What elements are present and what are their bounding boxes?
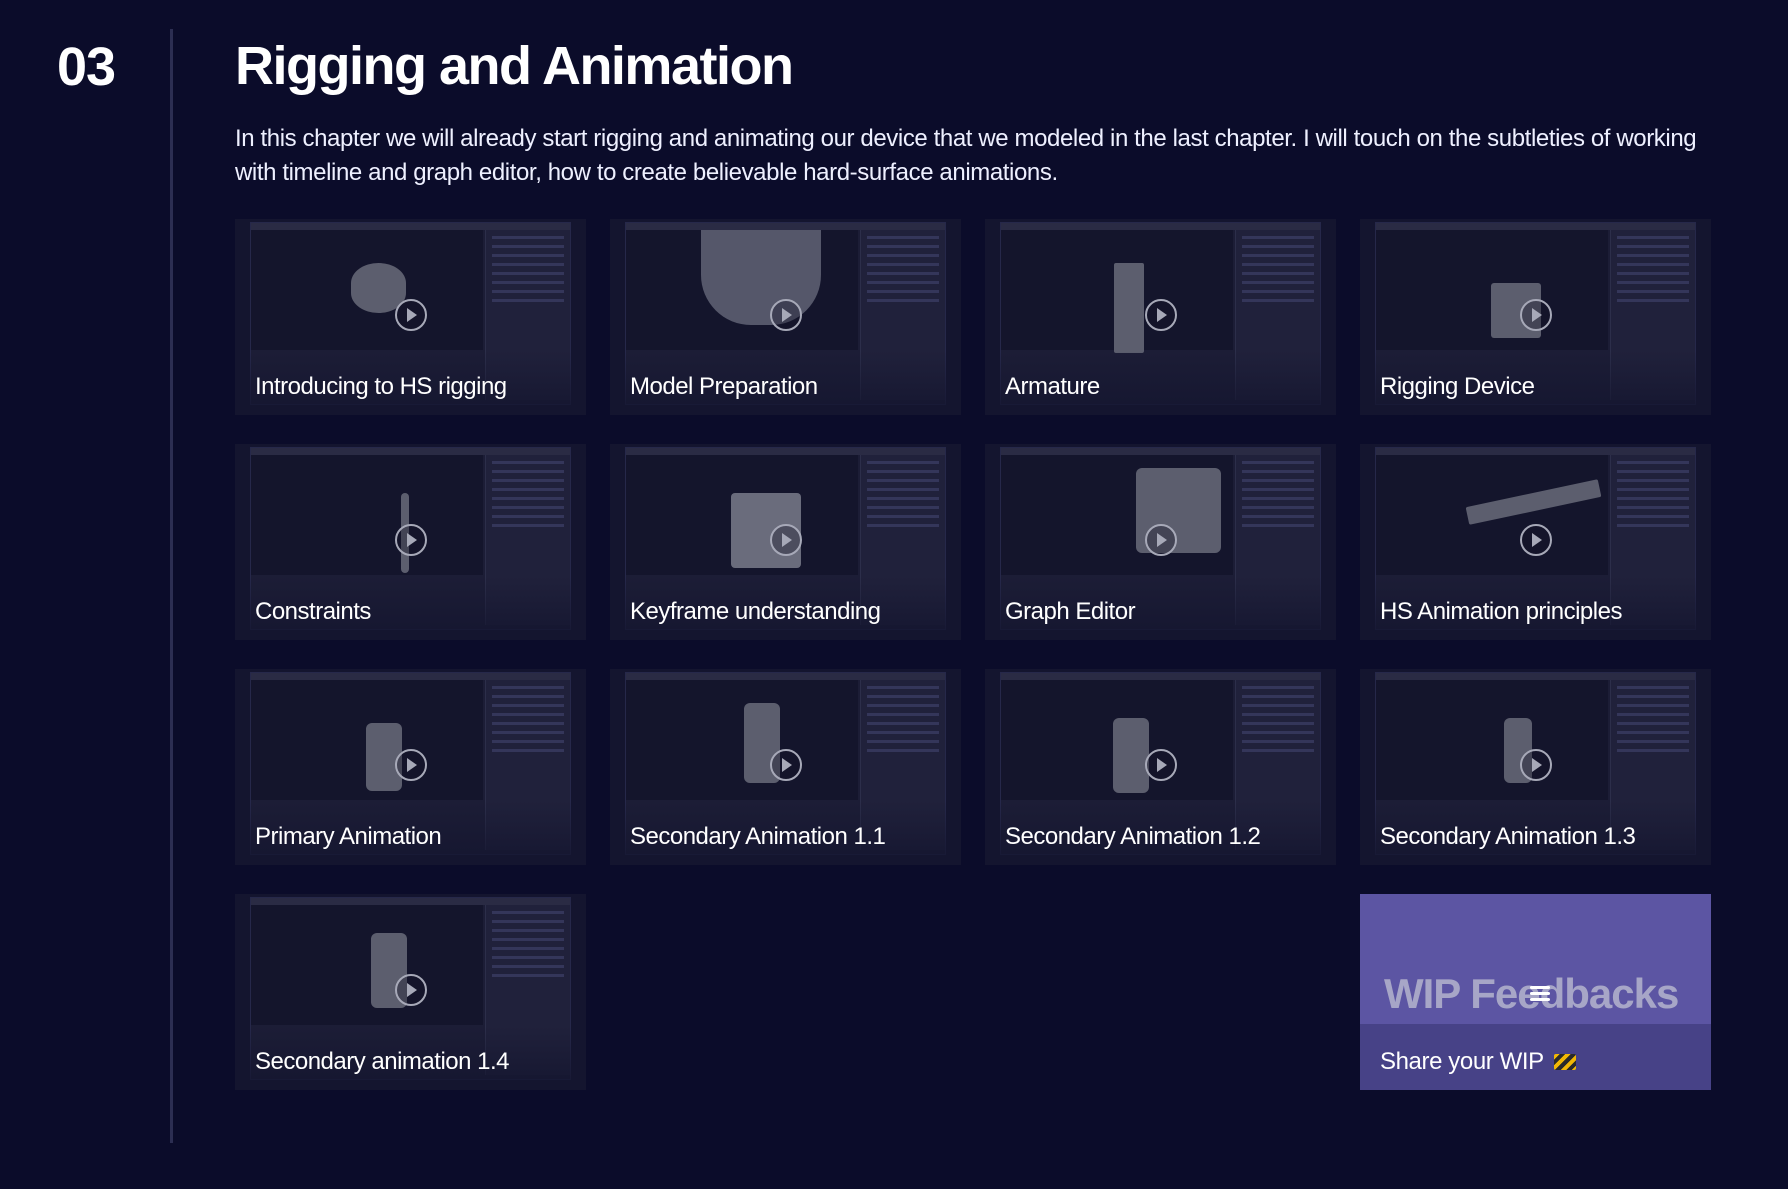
lesson-title: Secondary Animation 1.1 — [630, 823, 886, 850]
lesson-card[interactable]: Introducing to HS rigging — [235, 219, 586, 415]
play-icon[interactable] — [1519, 299, 1552, 331]
lesson-title: Rigging Device — [1380, 373, 1535, 400]
lesson-title: Graph Editor — [1005, 598, 1136, 625]
play-icon[interactable] — [1144, 299, 1177, 331]
lesson-card[interactable]: Secondary Animation 1.2 — [985, 669, 1336, 865]
chapter-title: Rigging and Animation — [235, 36, 794, 96]
menu-icon — [1530, 986, 1550, 1002]
construction-barrier-icon — [1553, 1054, 1576, 1070]
lesson-card[interactable]: Model Preparation — [610, 219, 961, 415]
lesson-card[interactable]: HS Animation principles — [1360, 444, 1711, 640]
play-icon[interactable] — [769, 524, 802, 556]
lesson-title: HS Animation principles — [1380, 598, 1622, 625]
play-icon[interactable] — [1519, 524, 1552, 556]
lesson-title: Armature — [1005, 373, 1100, 400]
chapter-header: Rigging and Animation In this chapter we… — [235, 30, 1715, 190]
lesson-card[interactable]: Secondary Animation 1.3 — [1360, 669, 1711, 865]
lesson-card[interactable]: Constraints — [235, 444, 586, 640]
play-icon[interactable] — [1144, 749, 1177, 781]
lesson-card[interactable]: Keyframe understanding — [610, 444, 961, 640]
grid-spacer — [610, 894, 961, 1090]
play-icon[interactable] — [769, 299, 802, 331]
lesson-title: Secondary Animation 1.3 — [1380, 823, 1636, 850]
lesson-title: Introducing to HS rigging — [255, 373, 507, 400]
lesson-title: Primary Animation — [255, 823, 442, 850]
lesson-card[interactable]: Armature — [985, 219, 1336, 415]
lesson-title: Secondary Animation 1.2 — [1005, 823, 1261, 850]
play-icon[interactable] — [394, 299, 427, 331]
play-icon[interactable] — [394, 524, 427, 556]
lesson-grid: Introducing to HS rigging Model Preparat… — [235, 219, 1711, 1090]
grid-spacer — [985, 894, 1336, 1090]
chapter-section: 03 Rigging and Animation In this chapter… — [0, 0, 1788, 1189]
lesson-title: Keyframe understanding — [630, 598, 881, 625]
chapter-number: 03 — [57, 37, 116, 97]
play-icon[interactable] — [394, 974, 427, 1006]
lesson-card[interactable]: Rigging Device — [1360, 219, 1711, 415]
lesson-card[interactable]: Secondary Animation 1.1 — [610, 669, 961, 865]
play-icon[interactable] — [1519, 749, 1552, 781]
play-icon[interactable] — [1144, 524, 1177, 556]
lesson-title: Model Preparation — [630, 373, 818, 400]
lesson-title: Secondary animation 1.4 — [255, 1048, 510, 1075]
play-icon[interactable] — [769, 749, 802, 781]
lesson-card[interactable]: Secondary animation 1.4 — [235, 894, 586, 1090]
wip-subtitle: Share your WIP — [1380, 1048, 1576, 1076]
lesson-card[interactable]: Primary Animation — [235, 669, 586, 865]
wip-feedback-card[interactable]: WIP Feedbacks Share your WIP — [1360, 894, 1711, 1090]
chapter-description: In this chapter we will already start ri… — [235, 125, 1697, 186]
vertical-divider — [170, 29, 173, 1143]
lesson-card[interactable]: Graph Editor — [985, 444, 1336, 640]
lesson-title: Constraints — [255, 598, 371, 625]
play-icon[interactable] — [394, 749, 427, 781]
